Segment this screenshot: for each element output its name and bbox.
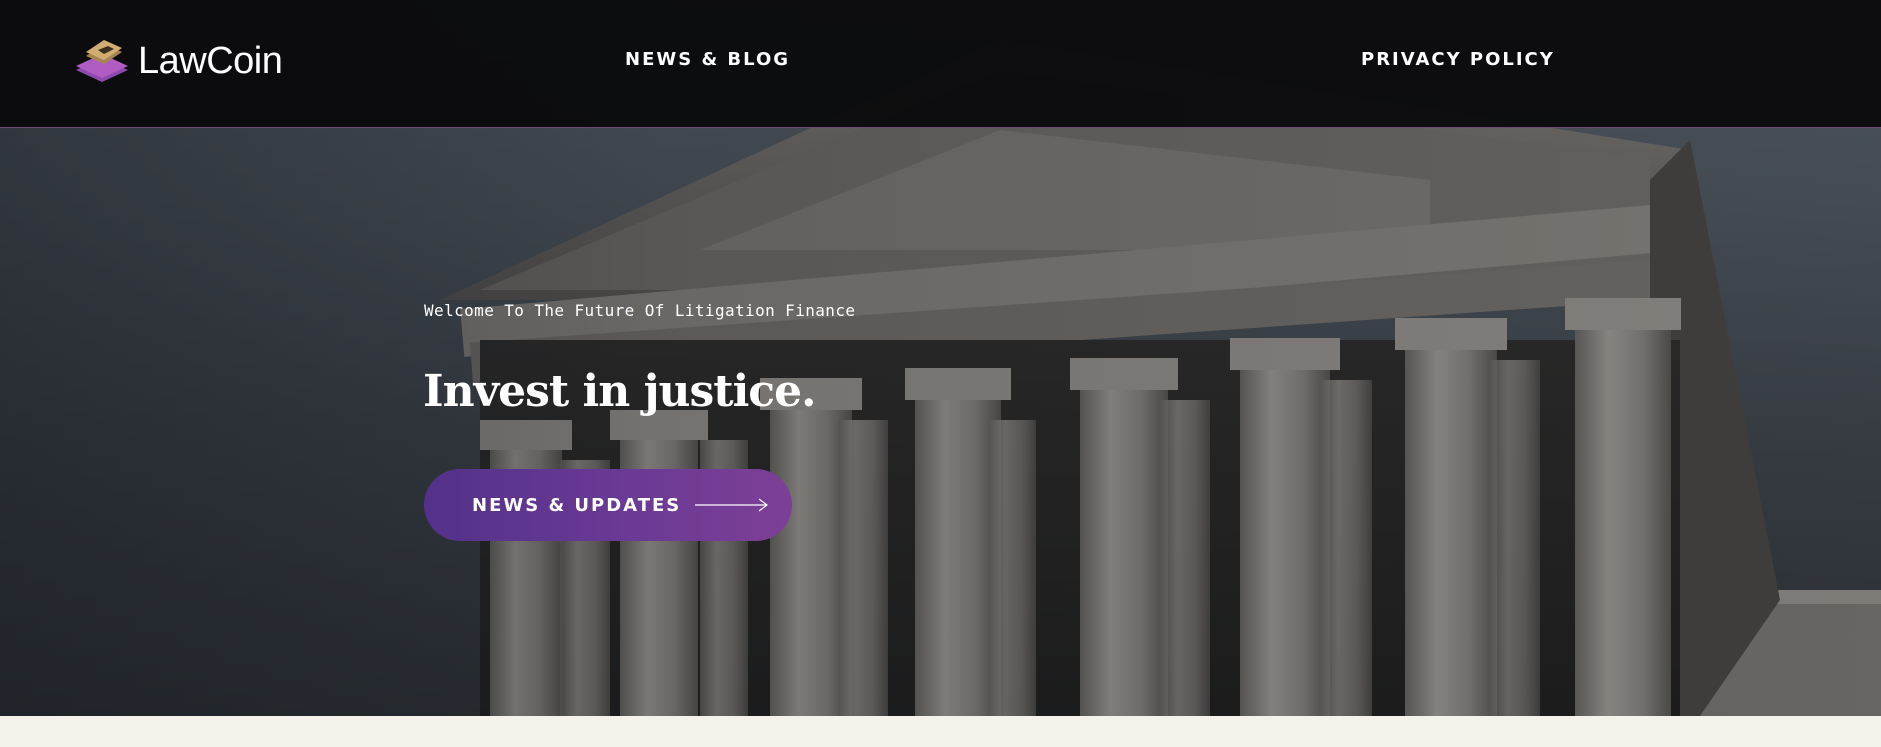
site-header: LawCoin NEWS & BLOG PRIVACY POLICY: [0, 0, 1881, 128]
brand-name: LawCoin: [138, 39, 283, 82]
page: LawCoin NEWS & BLOG PRIVACY POLICY Welco…: [0, 0, 1881, 747]
stacked-layers-logo-icon: [76, 40, 128, 82]
news-updates-button[interactable]: NEWS & UPDATES: [424, 469, 792, 541]
brand-logo-link[interactable]: LawCoin: [72, 36, 283, 86]
nav-privacy-policy[interactable]: PRIVACY POLICY: [1361, 49, 1555, 70]
hero-eyebrow: Welcome To The Future Of Litigation Fina…: [424, 301, 856, 320]
next-section-edge: [0, 716, 1881, 747]
nav-news-blog[interactable]: NEWS & BLOG: [625, 49, 790, 70]
hero-headline: Invest in justice.: [423, 366, 816, 417]
long-arrow-right-icon: [695, 498, 769, 512]
cta-label: NEWS & UPDATES: [472, 494, 682, 516]
